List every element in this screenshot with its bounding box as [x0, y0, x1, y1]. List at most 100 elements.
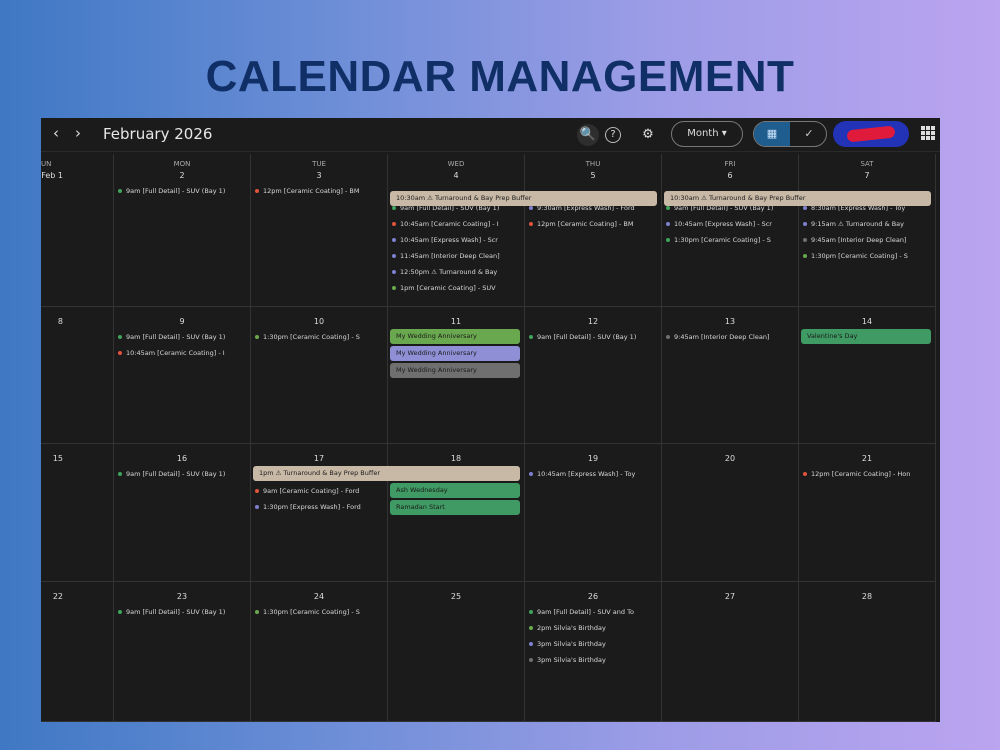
gear-icon[interactable]: ⚙	[637, 124, 659, 146]
all-day-event[interactable]: My Wedding Anniversary	[390, 363, 520, 378]
day-number[interactable]: 9	[114, 315, 250, 329]
day-number[interactable]: 21	[799, 452, 935, 466]
event-item[interactable]: 12pm [Ceramic Coating] - BM	[529, 217, 658, 232]
day-number[interactable]: 20	[662, 452, 798, 466]
day-number[interactable]: 22	[41, 590, 113, 604]
event-item[interactable]: 12:50pm ⚠ Turnaround & Bay	[392, 265, 521, 280]
day-cell[interactable]: 27	[662, 582, 799, 722]
day-number[interactable]: 2	[114, 169, 250, 183]
event-item[interactable]: 1:30pm [Express Wash] - Ford	[255, 500, 384, 515]
day-cell[interactable]: MON 2 9am [Full Detail] - SUV (Bay 1)	[114, 154, 251, 307]
event-item[interactable]: 10:45am [Ceramic Coating] - I	[392, 217, 521, 232]
day-number[interactable]: 8	[41, 315, 113, 329]
day-number[interactable]: 24	[251, 590, 387, 604]
apps-grid-icon[interactable]	[921, 126, 935, 140]
all-day-event[interactable]: 10:30am ⚠ Turnaround & Bay Prep Buffer	[664, 191, 931, 206]
day-number[interactable]: 14	[799, 315, 935, 329]
all-day-event[interactable]: Ramadan Start	[390, 500, 520, 515]
day-cell[interactable]: 16 9am [Full Detail] - SUV (Bay 1)	[114, 444, 251, 582]
day-number[interactable]: 17	[251, 452, 387, 466]
event-item[interactable]: 11:45am [Interior Deep Clean]	[392, 249, 521, 264]
day-number[interactable]: 11	[388, 315, 524, 329]
event-item[interactable]: 12pm [Ceramic Coating] - Hon	[803, 467, 932, 482]
day-cell[interactable]: 23 9am [Full Detail] - SUV (Bay 1)	[114, 582, 251, 722]
event-item[interactable]: 10:45am [Ceramic Coating] - I	[118, 346, 247, 361]
view-dropdown[interactable]: Month ▾	[671, 121, 743, 147]
prev-month-button[interactable]: ‹	[53, 124, 59, 142]
day-cell[interactable]: FRI 6 9am [Full Detail] - SUV (Bay 1) 10:45…	[662, 154, 799, 307]
event-item[interactable]: 10:45am [Express Wash] - Scr	[666, 217, 795, 232]
search-icon[interactable]: 🔍	[577, 124, 599, 146]
day-cell[interactable]: 25	[388, 582, 525, 722]
event-item[interactable]: 3pm Silvia's Birthday	[529, 637, 658, 652]
event-item[interactable]: 1:30pm [Ceramic Coating] - S	[255, 330, 384, 345]
day-cell[interactable]: 19 10:45am [Express Wash] - Toy	[525, 444, 662, 582]
day-cell[interactable]: WED 4 9am [Full Detail] - SUV (Bay 1) 10:45…	[388, 154, 525, 307]
next-month-button[interactable]: ›	[75, 124, 81, 142]
day-number[interactable]: 27	[662, 590, 798, 604]
day-number[interactable]: 15	[41, 452, 113, 466]
day-cell[interactable]: 13 9:45am [Interior Deep Clean]	[662, 307, 799, 444]
day-cell[interactable]: 15	[41, 444, 114, 582]
day-cell[interactable]: 28	[799, 582, 936, 722]
event-item[interactable]: 9:45am [Interior Deep Clean]	[666, 330, 795, 345]
tasks-icon[interactable]: ✓	[791, 122, 826, 146]
day-cell[interactable]: 14	[799, 307, 936, 444]
day-number[interactable]: 13	[662, 315, 798, 329]
day-number[interactable]: 10	[251, 315, 387, 329]
day-number[interactable]: 6	[662, 169, 798, 183]
day-cell[interactable]: 24 1:30pm [Ceramic Coating] - S	[251, 582, 388, 722]
day-number[interactable]: 4	[388, 169, 524, 183]
event-item[interactable]: 9am [Full Detail] - SUV (Bay 1)	[118, 467, 247, 482]
all-day-event[interactable]: 10:30am ⚠ Turnaround & Bay Prep Buffer	[390, 191, 657, 206]
day-number[interactable]: Feb 1	[41, 169, 113, 183]
avatar[interactable]	[833, 121, 909, 147]
event-item[interactable]: 1pm [Ceramic Coating] - SUV	[392, 281, 521, 296]
all-day-event[interactable]: 1pm ⚠ Turnaround & Bay Prep Buffer	[253, 466, 520, 481]
day-number[interactable]: 18	[388, 452, 524, 466]
event-item[interactable]: 2pm Silvia's Birthday	[529, 621, 658, 636]
day-number[interactable]: 7	[799, 169, 935, 183]
event-item[interactable]: 1:30pm [Ceramic Coating] - S	[255, 605, 384, 620]
day-cell[interactable]: TUE 3 12pm [Ceramic Coating] - BM	[251, 154, 388, 307]
day-number[interactable]: 3	[251, 169, 387, 183]
day-cell[interactable]: 8	[41, 307, 114, 444]
day-number[interactable]: 26	[525, 590, 661, 604]
event-item[interactable]: 9:15am ⚠ Turnaround & Bay	[803, 217, 932, 232]
event-item[interactable]: 10:45am [Express Wash] - Toy	[529, 467, 658, 482]
event-item[interactable]: 10:45am [Express Wash] - Scr	[392, 233, 521, 248]
day-cell[interactable]: 12 9am [Full Detail] - SUV (Bay 1)	[525, 307, 662, 444]
all-day-event[interactable]: Valentine's Day	[801, 329, 931, 344]
event-item[interactable]: 9am [Full Detail] - SUV (Bay 1)	[118, 330, 247, 345]
all-day-event[interactable]: My Wedding Anniversary	[390, 346, 520, 361]
day-cell[interactable]: THU 5 9:30am [Express Wash] - Ford 12pm [Ce…	[525, 154, 662, 307]
day-number[interactable]: 23	[114, 590, 250, 604]
event-item[interactable]: 1:30pm [Ceramic Coating] - S	[803, 249, 932, 264]
all-day-event[interactable]: Ash Wednesday	[390, 483, 520, 498]
day-cell[interactable]: 17 9am [Ceramic Coating] - Ford 1:30pm [Ex…	[251, 444, 388, 582]
all-day-event[interactable]: My Wedding Anniversary	[390, 329, 520, 344]
day-number[interactable]: 28	[799, 590, 935, 604]
event-item[interactable]: 9am [Full Detail] - SUV and To	[529, 605, 658, 620]
event-item[interactable]: 9am [Full Detail] - SUV (Bay 1)	[118, 184, 247, 199]
help-icon[interactable]: ?	[605, 127, 621, 143]
calendar-icon[interactable]: ▦	[754, 122, 790, 146]
day-number[interactable]: 16	[114, 452, 250, 466]
day-cell[interactable]: 22	[41, 582, 114, 722]
day-cell[interactable]: 10 1:30pm [Ceramic Coating] - S	[251, 307, 388, 444]
day-cell[interactable]: 21 12pm [Ceramic Coating] - Hon	[799, 444, 936, 582]
event-item[interactable]: 12pm [Ceramic Coating] - BM	[255, 184, 384, 199]
day-number[interactable]: 12	[525, 315, 661, 329]
event-item[interactable]: 3pm Silvia's Birthday	[529, 653, 658, 668]
event-item[interactable]: 1:30pm [Ceramic Coating] - S	[666, 233, 795, 248]
day-cell[interactable]: 9 9am [Full Detail] - SUV (Bay 1) 10:45am …	[114, 307, 251, 444]
day-number[interactable]: 25	[388, 590, 524, 604]
day-number[interactable]: 19	[525, 452, 661, 466]
event-item[interactable]: 9am [Full Detail] - SUV (Bay 1)	[529, 330, 658, 345]
day-cell[interactable]: 20	[662, 444, 799, 582]
event-item[interactable]: 9am [Ceramic Coating] - Ford	[255, 484, 384, 499]
event-item[interactable]: 9:45am [Interior Deep Clean]	[803, 233, 932, 248]
day-cell[interactable]: SUNFeb 1	[41, 154, 114, 307]
day-cell[interactable]: SAT 7 8:30am [Express Wash] - Toy 9:15am ⚠ …	[799, 154, 936, 307]
event-item[interactable]: 9am [Full Detail] - SUV (Bay 1)	[118, 605, 247, 620]
